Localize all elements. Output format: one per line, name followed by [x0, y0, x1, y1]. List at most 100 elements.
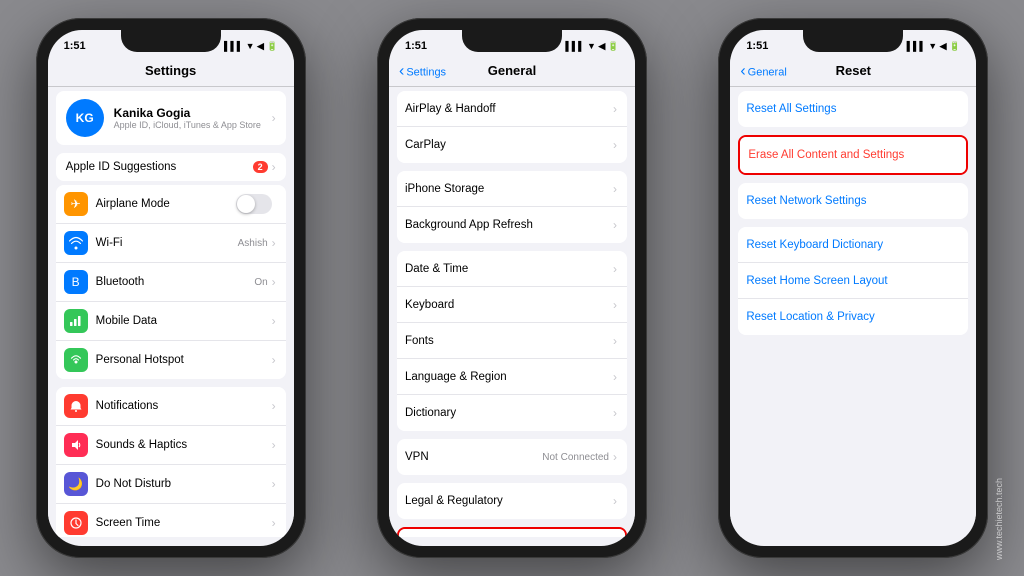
reset-all-label: Reset All Settings [746, 103, 958, 115]
wifi-label: Wi-Fi [96, 237, 238, 249]
alerts-group: Notifications › Sounds & Haptics › 🌙 Do … [56, 387, 286, 537]
phone3-screen: 1:51 ▌▌▌ ▼ ◀ 🔋 General Reset Reset All S… [730, 30, 976, 546]
sounds-icon [64, 433, 88, 457]
airplane-icon: ✈ [64, 192, 88, 216]
reset-title: Reset [836, 63, 871, 78]
reset-item[interactable]: Reset › [399, 529, 625, 537]
status-time2: 1:51 [405, 40, 427, 52]
language-item[interactable]: Language & Region › [397, 359, 627, 395]
bluetooth-icon: B [64, 270, 88, 294]
sounds-label: Sounds & Haptics [96, 439, 272, 451]
profile-row[interactable]: KG Kanika Gogia Apple ID, iCloud, iTunes… [56, 91, 286, 145]
nav-bar-general: Settings General [389, 58, 635, 87]
mobile-data-icon [64, 309, 88, 333]
apple-id-label: Apple ID Suggestions [66, 161, 253, 173]
dnd-label: Do Not Disturb [96, 478, 272, 490]
notifications-icon [64, 394, 88, 418]
reset-location-item[interactable]: Reset Location & Privacy [738, 299, 968, 335]
status-icons2: ▌▌▌ ▼ ◀ 🔋 [565, 41, 619, 52]
dnd-item[interactable]: 🌙 Do Not Disturb › [56, 465, 286, 504]
fonts-item[interactable]: Fonts › [397, 323, 627, 359]
apple-id-suggestions[interactable]: Apple ID Suggestions 2 › [56, 153, 286, 181]
legal-label: Legal & Regulatory [405, 495, 613, 507]
nav-bar-settings: Settings [48, 58, 294, 87]
profile-subtitle: Apple ID, iCloud, iTunes & App Store [114, 120, 272, 130]
erase-label: Erase All Content and Settings [748, 149, 956, 161]
phone1-screen: 1:51 ▌▌▌ ▼ ◀ 🔋 Settings KG Kanika Gogia … [48, 30, 294, 546]
erase-group-highlighted: Erase All Content and Settings [738, 135, 968, 175]
profile-info: Kanika Gogia Apple ID, iCloud, iTunes & … [114, 106, 272, 130]
language-label: Language & Region [405, 371, 613, 383]
bg-refresh-label: Background App Refresh [405, 219, 613, 231]
dnd-icon: 🌙 [64, 472, 88, 496]
phone2-frame: 1:51 ▌▌▌ ▼ ◀ 🔋 Settings General AirPlay … [377, 18, 647, 558]
vpn-item[interactable]: VPN Not Connected › [397, 439, 627, 475]
vpn-group: VPN Not Connected › [397, 439, 627, 475]
reset-location-label: Reset Location & Privacy [746, 311, 958, 323]
storage-group: iPhone Storage › Background App Refresh … [397, 171, 627, 243]
avatar: KG [66, 99, 104, 137]
screentime-label: Screen Time [96, 517, 272, 529]
notifications-label: Notifications [96, 400, 272, 412]
reset-network-label: Reset Network Settings [746, 195, 958, 207]
wifi-item[interactable]: Wi-Fi Ashish › [56, 224, 286, 263]
badge-2: 2 [253, 161, 268, 173]
reset-homescreen-label: Reset Home Screen Layout [746, 275, 958, 287]
vpn-label: VPN [405, 451, 542, 463]
bg-refresh-item[interactable]: Background App Refresh › [397, 207, 627, 243]
reset-keyboard-label: Reset Keyboard Dictionary [746, 239, 958, 251]
chevron-icon: › [272, 111, 276, 125]
locale-group: Date & Time › Keyboard › Fonts › Languag… [397, 251, 627, 431]
hotspot-item[interactable]: Personal Hotspot › [56, 341, 286, 379]
bluetooth-label: Bluetooth [96, 276, 255, 288]
reset-misc-group: Reset Keyboard Dictionary Reset Home Scr… [738, 227, 968, 335]
phone3-frame: 1:51 ▌▌▌ ▼ ◀ 🔋 General Reset Reset All S… [718, 18, 988, 558]
iphone-storage-item[interactable]: iPhone Storage › [397, 171, 627, 207]
reset-homescreen-item[interactable]: Reset Home Screen Layout [738, 263, 968, 299]
airplay-item[interactable]: AirPlay & Handoff › [397, 91, 627, 127]
datetime-item[interactable]: Date & Time › [397, 251, 627, 287]
chevron-icon: › [272, 160, 276, 174]
back-general[interactable]: General [740, 65, 786, 80]
profile-name: Kanika Gogia [114, 106, 272, 120]
vpn-value: Not Connected [542, 452, 609, 463]
reset-network-group: Reset Network Settings [738, 183, 968, 219]
general-list[interactable]: AirPlay & Handoff › CarPlay › iPhone Sto… [389, 87, 635, 537]
settings-list[interactable]: KG Kanika Gogia Apple ID, iCloud, iTunes… [48, 87, 294, 537]
reset-network-item[interactable]: Reset Network Settings [738, 183, 968, 219]
screentime-icon [64, 511, 88, 535]
fonts-label: Fonts [405, 335, 613, 347]
phone1-frame: 1:51 ▌▌▌ ▼ ◀ 🔋 Settings KG Kanika Gogia … [36, 18, 306, 558]
notifications-item[interactable]: Notifications › [56, 387, 286, 426]
airplay-label: AirPlay & Handoff [405, 103, 613, 115]
bluetooth-item[interactable]: B Bluetooth On › [56, 263, 286, 302]
status-time3: 1:51 [746, 40, 768, 52]
keyboard-label: Keyboard [405, 299, 613, 311]
reset-list[interactable]: Reset All Settings Erase All Content and… [730, 87, 976, 537]
settings-title: Settings [145, 63, 196, 78]
carplay-item[interactable]: CarPlay › [397, 127, 627, 163]
watermark: www.techietech.tech [994, 478, 1004, 560]
reset-all-item[interactable]: Reset All Settings [738, 91, 968, 127]
mobile-data-label: Mobile Data [96, 315, 272, 327]
airplane-mode-item[interactable]: ✈ Airplane Mode [56, 185, 286, 224]
iphone-storage-label: iPhone Storage [405, 183, 613, 195]
reset-keyboard-item[interactable]: Reset Keyboard Dictionary [738, 227, 968, 263]
reset-group-highlighted: Reset › [397, 527, 627, 537]
notch [121, 30, 221, 52]
sounds-item[interactable]: Sounds & Haptics › [56, 426, 286, 465]
keyboard-item[interactable]: Keyboard › [397, 287, 627, 323]
reset-all-group: Reset All Settings [738, 91, 968, 127]
wifi-icon [64, 231, 88, 255]
status-time: 1:51 [64, 40, 86, 52]
legal-item[interactable]: Legal & Regulatory › [397, 483, 627, 519]
erase-item[interactable]: Erase All Content and Settings [740, 137, 966, 173]
airplane-toggle[interactable] [236, 194, 272, 214]
hotspot-icon [64, 348, 88, 372]
dictionary-item[interactable]: Dictionary › [397, 395, 627, 431]
back-settings[interactable]: Settings [399, 65, 446, 80]
mobile-data-item[interactable]: Mobile Data › [56, 302, 286, 341]
screentime-item[interactable]: Screen Time › [56, 504, 286, 537]
nav-bar-reset: General Reset [730, 58, 976, 87]
status-icons3: ▌▌▌ ▼ ◀ 🔋 [907, 41, 961, 52]
